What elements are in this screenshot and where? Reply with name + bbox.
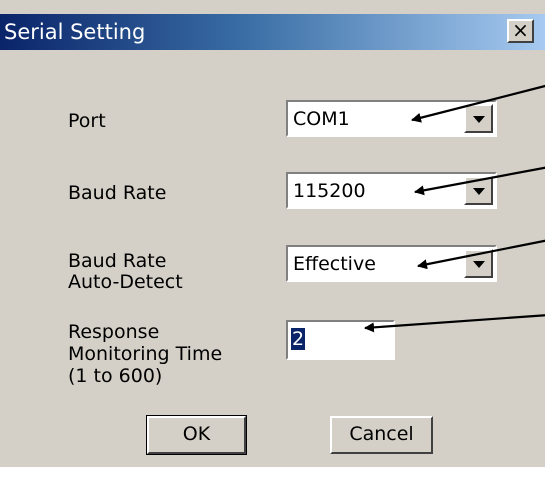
callout-arrow-response-time <box>364 313 550 333</box>
callout-arrows <box>364 83 550 333</box>
serial-setting-dialog: Serial Setting × Port COM1 Baud Rate 115… <box>0 0 552 477</box>
callout-arrow-baud-rate <box>414 165 550 196</box>
callout-arrow-port <box>411 83 550 123</box>
background-margin-right <box>545 0 552 477</box>
callout-arrow-auto-detect <box>417 238 550 270</box>
background-margin-bottom <box>0 467 552 477</box>
